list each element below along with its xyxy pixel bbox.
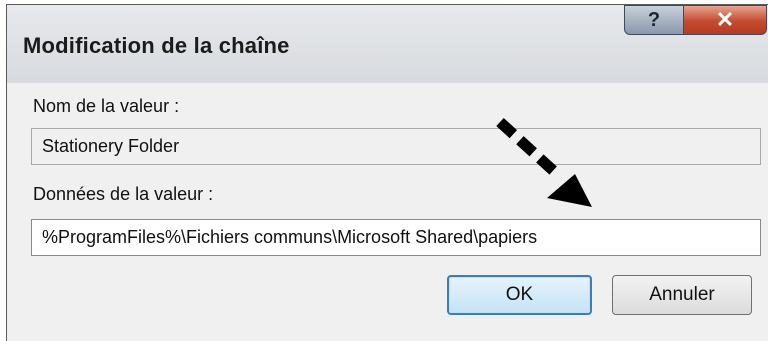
dashed-arrow-icon [496,117,592,207]
